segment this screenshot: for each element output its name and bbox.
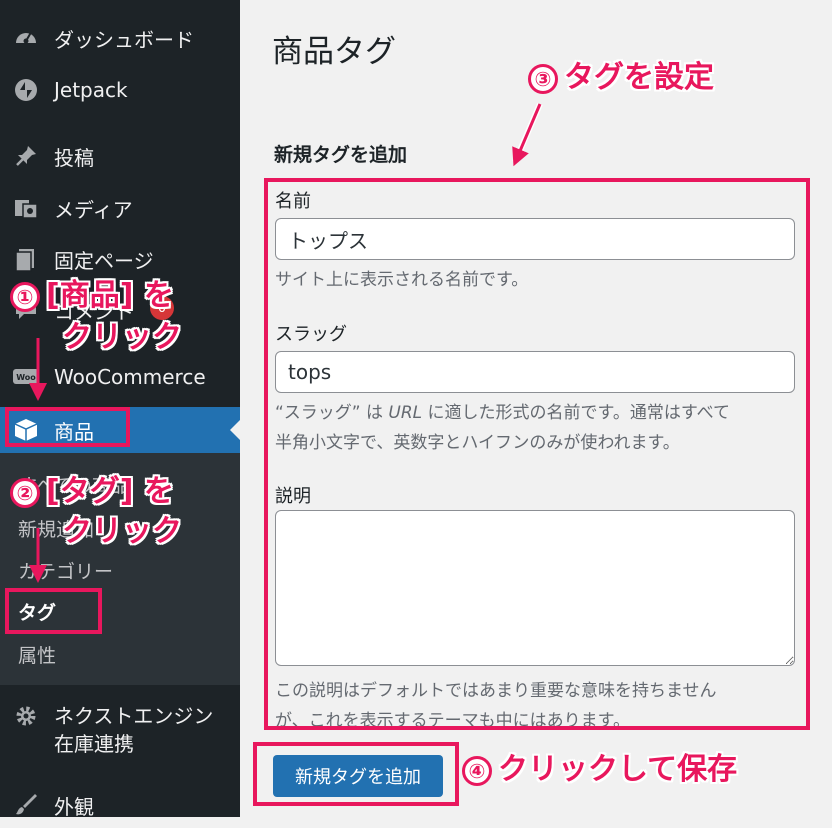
step2-text: [タグ] を: [46, 474, 174, 509]
annotation-step1-line2: クリック: [62, 320, 182, 355]
step4-text: クリックして保存: [498, 752, 738, 787]
step1-text: [商品] を: [46, 278, 174, 313]
annotation-step2-line2: クリック: [62, 514, 182, 549]
step4-number: ④: [462, 755, 492, 786]
step3-text: タグを設定: [564, 60, 714, 95]
step3-number: ③: [528, 63, 558, 94]
annotation-step1-line1: ① [商品] を: [10, 270, 174, 314]
annotation-step4: ④ クリックして保存: [462, 744, 737, 788]
annotation-arrows: [29, 102, 543, 583]
step1-number: ①: [10, 281, 40, 312]
annotation-step3: ③ タグを設定: [528, 52, 714, 96]
step2-number: ②: [10, 477, 40, 508]
annotation-step2-line1: ② [タグ] を: [10, 466, 174, 510]
